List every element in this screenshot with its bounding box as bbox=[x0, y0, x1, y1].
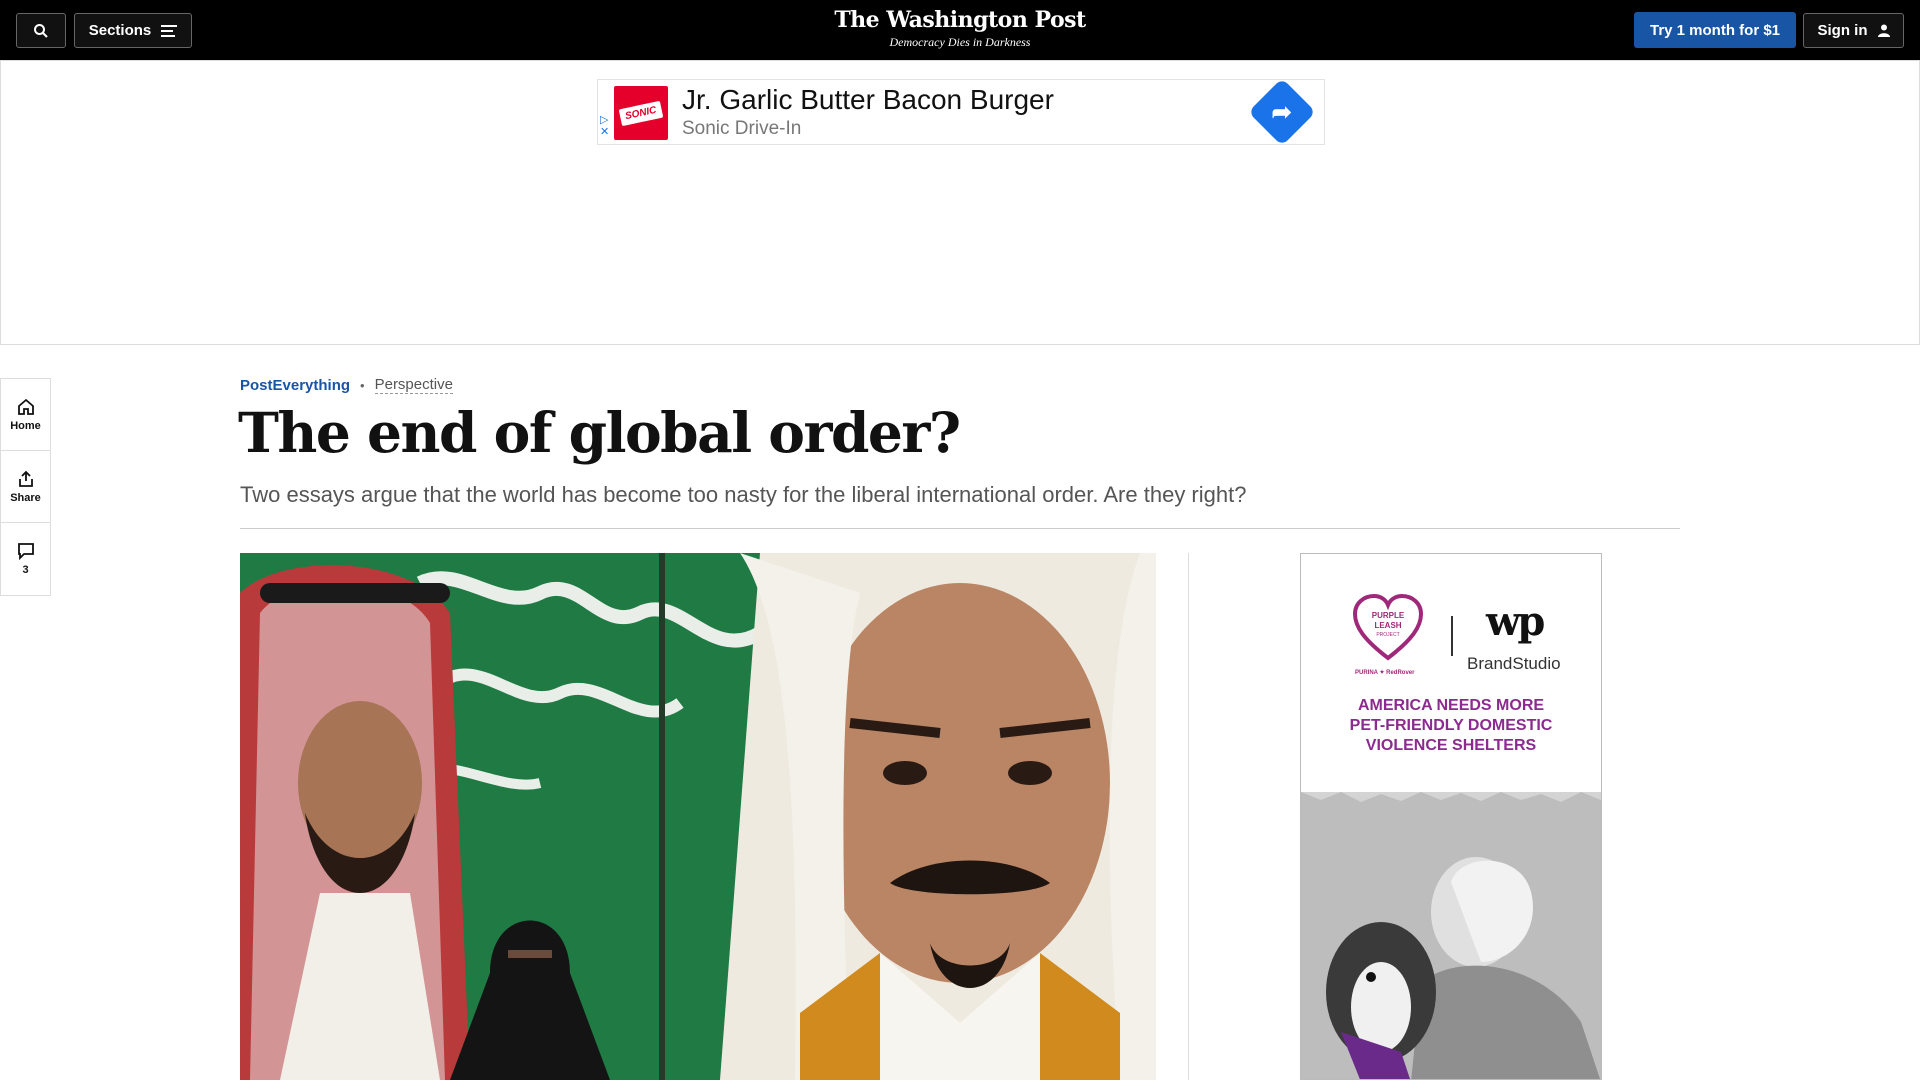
sign-in-button[interactable]: Sign in bbox=[1803, 13, 1904, 48]
sonic-logo-text: SONIC bbox=[618, 100, 664, 126]
svg-text:PROJECT: PROJECT bbox=[1376, 632, 1399, 638]
article-kicker: PostEverything • Perspective bbox=[240, 376, 453, 394]
ad-partners: PURINA ✦ RedRover bbox=[1355, 670, 1415, 676]
heart-logo-icon: PURPLE LEASH PROJECT bbox=[1353, 594, 1423, 661]
article-dek: Two essays argue that the world has beco… bbox=[240, 482, 1247, 507]
share-icon bbox=[18, 470, 33, 487]
home-button[interactable]: Home bbox=[1, 379, 50, 451]
left-rail: Home Share 3 bbox=[0, 378, 51, 596]
wp-logo: wp bbox=[1486, 598, 1545, 645]
share-label: Share bbox=[10, 491, 41, 504]
header-divider bbox=[240, 528, 1680, 529]
column-divider bbox=[1188, 553, 1189, 1080]
home-icon bbox=[17, 398, 34, 415]
sonic-ad[interactable]: ▷ ✕ SONIC Jr. Garlic Butter Bacon Burger … bbox=[597, 78, 1325, 146]
article-headline: The end of global order? bbox=[238, 400, 961, 465]
svg-text:LEASH: LEASH bbox=[1374, 621, 1401, 630]
site-tagline: Democracy Dies in Darkness bbox=[889, 35, 1031, 49]
sections-button[interactable]: Sections bbox=[74, 13, 192, 48]
ad-title[interactable]: Jr. Garlic Butter Bacon Burger bbox=[682, 84, 1054, 116]
directions-arrow-icon[interactable]: ➦ bbox=[1248, 78, 1316, 146]
lead-photo[interactable] bbox=[240, 553, 1156, 1080]
search-button[interactable] bbox=[16, 13, 66, 48]
kicker-separator: • bbox=[360, 377, 365, 393]
share-button[interactable]: Share bbox=[1, 451, 50, 523]
top-navigation-bar: Sections The Washington Post Democracy D… bbox=[0, 0, 1920, 60]
comments-count: 3 bbox=[22, 564, 29, 576]
adchoices-icon[interactable]: ▷ ✕ bbox=[600, 114, 609, 138]
site-logo: The Washington Post bbox=[834, 7, 1086, 33]
ad-photo-illustration bbox=[1301, 792, 1601, 1079]
brandstudio-side-ad[interactable]: PURPLE LEASH PROJECT PURINA ✦ RedRover w… bbox=[1300, 553, 1602, 1080]
comment-icon bbox=[17, 543, 34, 560]
comments-button[interactable]: 3 bbox=[1, 523, 50, 595]
masthead-logo[interactable]: The Washington Post Democracy Dies in Da… bbox=[760, 6, 1160, 49]
ad-advertiser: Sonic Drive-In bbox=[682, 118, 802, 139]
ad-message: AMERICA NEEDS MORE PET-FRIENDLY DOMESTIC… bbox=[1301, 696, 1601, 756]
ad-message-line-3: VIOLENCE SHELTERS bbox=[1365, 737, 1537, 754]
home-label: Home bbox=[10, 419, 41, 432]
ad-photo bbox=[1301, 792, 1601, 1079]
user-icon bbox=[1877, 24, 1890, 37]
subscribe-button[interactable]: Try 1 month for $1 bbox=[1634, 12, 1796, 48]
svg-text:PURPLE: PURPLE bbox=[1372, 611, 1405, 620]
sonic-logo: SONIC bbox=[614, 86, 668, 140]
sections-label: Sections bbox=[88, 22, 152, 39]
top-ad-band: ▷ ✕ SONIC Jr. Garlic Butter Bacon Burger … bbox=[0, 60, 1920, 345]
search-icon bbox=[34, 23, 48, 38]
section-link[interactable]: PostEverything bbox=[240, 377, 350, 394]
ad-logo-separator bbox=[1451, 616, 1453, 656]
menu-icon bbox=[161, 24, 178, 37]
brandstudio-label: BrandStudio bbox=[1467, 654, 1561, 673]
ad-message-line-1: AMERICA NEEDS MORE bbox=[1357, 697, 1545, 714]
lead-photo-illustration bbox=[240, 553, 1156, 1080]
sign-in-label: Sign in bbox=[1817, 22, 1868, 39]
perspective-label[interactable]: Perspective bbox=[374, 376, 453, 394]
ad-message-line-2: PET-FRIENDLY DOMESTIC bbox=[1349, 717, 1553, 734]
